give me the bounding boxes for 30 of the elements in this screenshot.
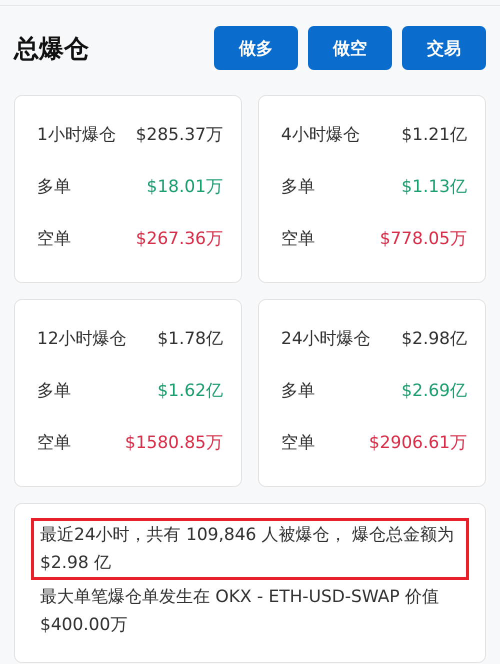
stat-label: 空单 [37,228,71,251]
stat-value: $2906.61万 [368,432,467,455]
stat-value: $1580.85万 [124,432,223,455]
stat-label: 4小时爆仓 [281,124,360,147]
stat-label: 多单 [37,380,71,403]
stat-label: 12小时爆仓 [37,328,127,351]
stat-value: $18.01万 [146,176,223,199]
stat-label: 多单 [37,176,71,199]
stat-value: $2.69亿 [401,380,467,403]
summary-text: 最近24小时，共有 109,846 人被爆仓， 爆仓总金额为 $2.98 亿 [31,518,469,580]
stat-value: $1.62亿 [157,380,223,403]
stat-value: $267.36万 [136,228,223,251]
stat-label: 多单 [281,176,315,199]
stat-label: 空单 [281,432,315,455]
stat-label: 空单 [281,228,315,251]
stat-label: 24小时爆仓 [281,328,371,351]
stat-label: 多单 [281,380,315,403]
stat-label: 空单 [37,432,71,455]
stat-value: $2.98亿 [401,328,467,351]
stat-value: $1.21亿 [401,124,467,147]
stat-value: $285.37万 [136,124,223,147]
stat-value: $1.78亿 [157,328,223,351]
summary-text: 最大单笔爆仓单发生在 OKX - ETH-USD-SWAP 价值 $400.00万 [39,586,440,637]
stat-value: $1.13亿 [401,176,467,199]
action-button[interactable]: 做多 [214,26,298,70]
stat-label: 1小时爆仓 [37,124,116,147]
page-title: 总爆仓 [14,32,89,64]
action-button[interactable]: 做空 [308,26,392,70]
action-button[interactable]: 交易 [402,26,486,70]
stat-value: $778.05万 [380,228,467,251]
